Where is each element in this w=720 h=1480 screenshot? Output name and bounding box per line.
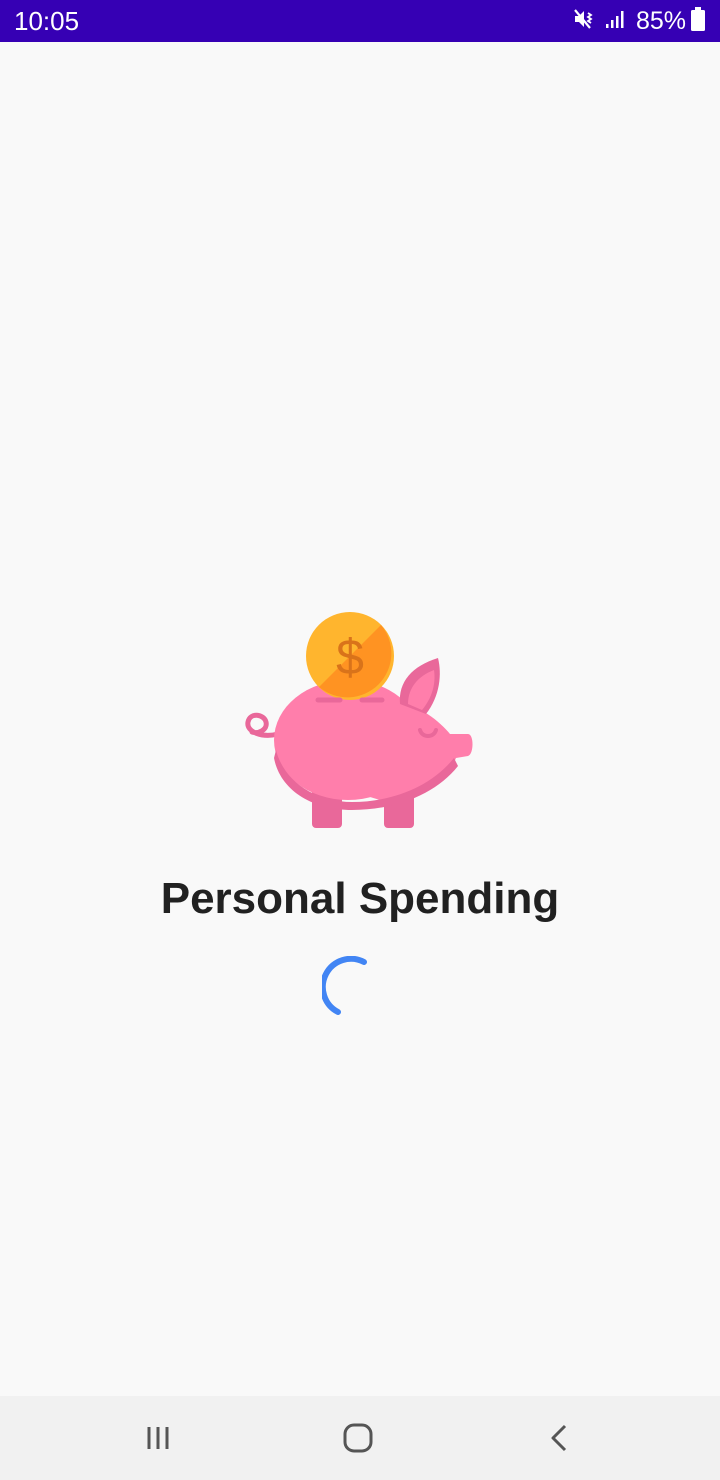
status-bar: 10:05 85% [0, 0, 720, 42]
home-button[interactable] [338, 1418, 378, 1458]
splash-screen: $ Personal Spending [0, 42, 720, 1396]
svg-text:$: $ [336, 629, 364, 685]
status-time: 10:05 [14, 6, 80, 36]
navigation-bar [0, 1396, 720, 1480]
recent-apps-icon [147, 1427, 169, 1449]
signal-icon [604, 7, 628, 36]
battery-percent: 85% [635, 7, 686, 35]
battery-icon [690, 6, 706, 37]
home-icon [343, 1423, 373, 1453]
piggy-bank-coin-icon: $ [245, 612, 473, 828]
recent-apps-button[interactable] [138, 1418, 178, 1458]
mute-vibrate-icon [572, 7, 596, 36]
status-icons: 85% [564, 6, 706, 36]
back-button[interactable] [540, 1418, 580, 1458]
loading-spinner [322, 956, 367, 1015]
app-title: Personal Spending [160, 874, 560, 923]
back-icon [551, 1424, 567, 1452]
